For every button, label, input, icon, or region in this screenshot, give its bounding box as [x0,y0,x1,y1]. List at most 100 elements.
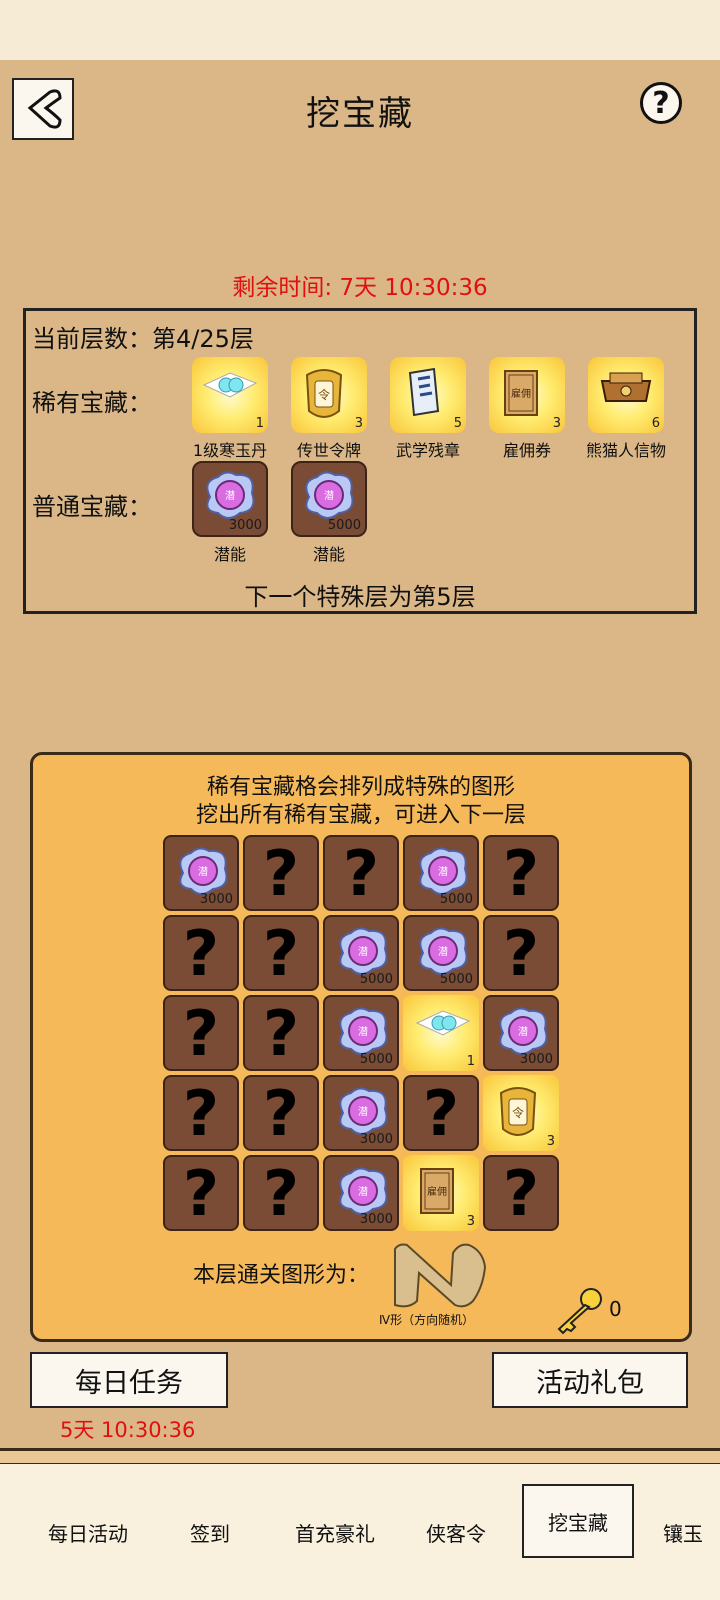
svg-text:潜: 潜 [225,489,235,502]
hidden-dig-cell[interactable]: ? [163,1155,239,1231]
cell-qty: 3000 [359,1212,393,1227]
rare-tile[interactable]: 雇佣 3 [489,357,565,433]
svg-text:潜: 潜 [358,1025,368,1038]
tab-daily-activity[interactable]: 每日活动 [20,1464,156,1600]
svg-text:令: 令 [512,1105,524,1120]
pill-icon [200,365,260,405]
hidden-dig-cell[interactable]: ? [403,1075,479,1151]
revealed-potential-cell[interactable]: 潜 3000 [323,1075,399,1151]
revealed-potential-cell[interactable]: 潜 5000 [323,995,399,1071]
svg-text:潜: 潜 [358,945,368,958]
hidden-dig-cell[interactable]: ? [163,995,239,1071]
status-strip [0,0,720,60]
svg-text:潜: 潜 [438,945,448,958]
potential-orb-icon: 潜 [413,843,473,899]
tab-hero-pass[interactable]: 侠客令 [400,1464,512,1600]
potential-orb-icon: 潜 [333,923,393,979]
daily-task-button[interactable]: 每日任务 [30,1352,228,1408]
cell-qty: 5000 [359,972,393,987]
potential-orb-icon: 潜 [493,1003,553,1059]
svg-text:令: 令 [318,387,330,402]
pill-icon [413,1003,473,1043]
revealed-potential-cell[interactable]: 潜 5000 [403,915,479,991]
rare-treasure-item[interactable]: 雇佣 3 雇佣券 [489,357,565,460]
next-special-floor: 下一个特殊层为第5层 [244,583,476,611]
hidden-dig-cell[interactable]: ? [163,915,239,991]
common-treasure-item[interactable]: 潜 3000 潜能 [192,461,268,564]
cell-qty: 3000 [199,892,233,907]
current-floor: 当前层数：第4/25层 [32,325,254,353]
dig-key-icon [553,1285,607,1335]
item-qty: 3000 [228,518,262,533]
item-qty: 6 [651,416,660,431]
item-name: 熊猫人信物 [585,441,666,460]
hidden-dig-cell[interactable]: ? [323,835,399,911]
rare-tile[interactable]: 令3 [291,357,367,433]
rare-treasure-item[interactable]: 6 熊猫人信物 [586,357,666,460]
cell-qty: 5000 [439,892,473,907]
hidden-dig-cell[interactable]: ? [243,995,319,1071]
clear-shape-label: 本层通关图形为： [193,1263,370,1288]
svg-text:雇佣: 雇佣 [427,1185,447,1198]
hidden-dig-cell[interactable]: ? [483,835,559,911]
svg-text:雇佣: 雇佣 [511,387,531,400]
revealed-potential-cell[interactable]: 潜 5000 [403,835,479,911]
shape-caption: Ⅳ形（方向随机） [379,1313,475,1327]
page-title: 挖宝藏 [306,94,414,134]
hidden-dig-cell[interactable]: ? [243,1155,319,1231]
common-tile[interactable]: 潜 3000 [192,461,268,537]
cell-qty: 3000 [359,1132,393,1147]
revealed-rare-cell[interactable]: 令3 [483,1075,559,1151]
cell-qty: 5000 [439,972,473,987]
revealed-rare-cell[interactable]: 雇佣 3 [403,1155,479,1231]
hidden-dig-cell[interactable]: ? [243,835,319,911]
potential-orb-icon: 潜 [200,467,260,523]
key-count: 0 [609,1297,622,1321]
tab-signin[interactable]: 签到 [150,1464,270,1600]
common-treasure-label: 普通宝藏： [32,493,152,521]
hidden-dig-cell[interactable]: ? [243,915,319,991]
svg-text:潜: 潜 [358,1105,368,1118]
svg-text:潜: 潜 [324,489,334,502]
hidden-dig-cell[interactable]: ? [243,1075,319,1151]
tab-dig-treasure[interactable]: 挖宝藏 [522,1484,634,1558]
common-tile[interactable]: 潜 5000 [291,461,367,537]
cell-qty: 1 [466,1054,475,1069]
revealed-rare-cell[interactable]: 1 [403,995,479,1071]
floor-info-panel: 当前层数：第4/25层 稀有宝藏： 普通宝藏： 1 1级寒玉丹令 3 传世令牌 5 武学残… [23,308,697,614]
activity-tab-bar: 每日活动 签到 首充豪礼 侠客令 挖宝藏 镶玉 [0,1464,720,1600]
item-qty: 1 [255,416,264,431]
potential-orb-icon: 潜 [333,1163,393,1219]
tab-first-recharge[interactable]: 首充豪礼 [270,1464,400,1600]
dig-grid: 潜 3000?? 潜 5000??? 潜 5000 潜 5000??? 潜 5000 1 潜 3000?… [163,835,559,1231]
hidden-dig-cell[interactable]: ? [163,1075,239,1151]
svg-text:潜: 潜 [518,1025,528,1038]
rare-tile[interactable]: 5 [390,357,466,433]
revealed-potential-cell[interactable]: 潜 5000 [323,915,399,991]
hidden-dig-cell[interactable]: ? [483,1155,559,1231]
help-button[interactable]: ? [640,82,682,124]
svg-text:潜: 潜 [358,1185,368,1198]
revealed-potential-cell[interactable]: 潜 3000 [483,995,559,1071]
rare-tile[interactable]: 6 [588,357,664,433]
rare-treasure-item[interactable]: 5 武学残章 [390,357,466,460]
common-treasure-item[interactable]: 潜 5000 潜能 [291,461,367,564]
cell-qty: 5000 [359,1052,393,1067]
rare-tile[interactable]: 1 [192,357,268,433]
potential-orb-icon: 潜 [173,843,233,899]
potential-orb-icon: 潜 [413,923,473,979]
voucher-icon: 雇佣 [413,1163,461,1219]
revealed-potential-cell[interactable]: 潜 3000 [163,835,239,911]
tab-inlay-jade[interactable]: 镶玉 [646,1464,720,1600]
event-gift-button[interactable]: 活动礼包 [492,1352,688,1408]
rare-treasure-item[interactable]: 1 1级寒玉丹 [192,357,268,460]
potential-orb-icon: 潜 [299,467,359,523]
box-icon [596,365,656,415]
hidden-dig-cell[interactable]: ? [483,915,559,991]
token-icon: 令 [493,1083,543,1143]
svg-text:潜: 潜 [438,865,448,878]
revealed-potential-cell[interactable]: 潜 3000 [323,1155,399,1231]
rare-treasure-item[interactable]: 令 3 传世令牌 [291,357,367,460]
dig-board: 稀有宝藏格会排列成特殊的图形 挖出所有稀有宝藏，可进入下一层 潜 3000?? 潜 5… [30,752,692,1342]
n-shape-icon [389,1239,489,1309]
